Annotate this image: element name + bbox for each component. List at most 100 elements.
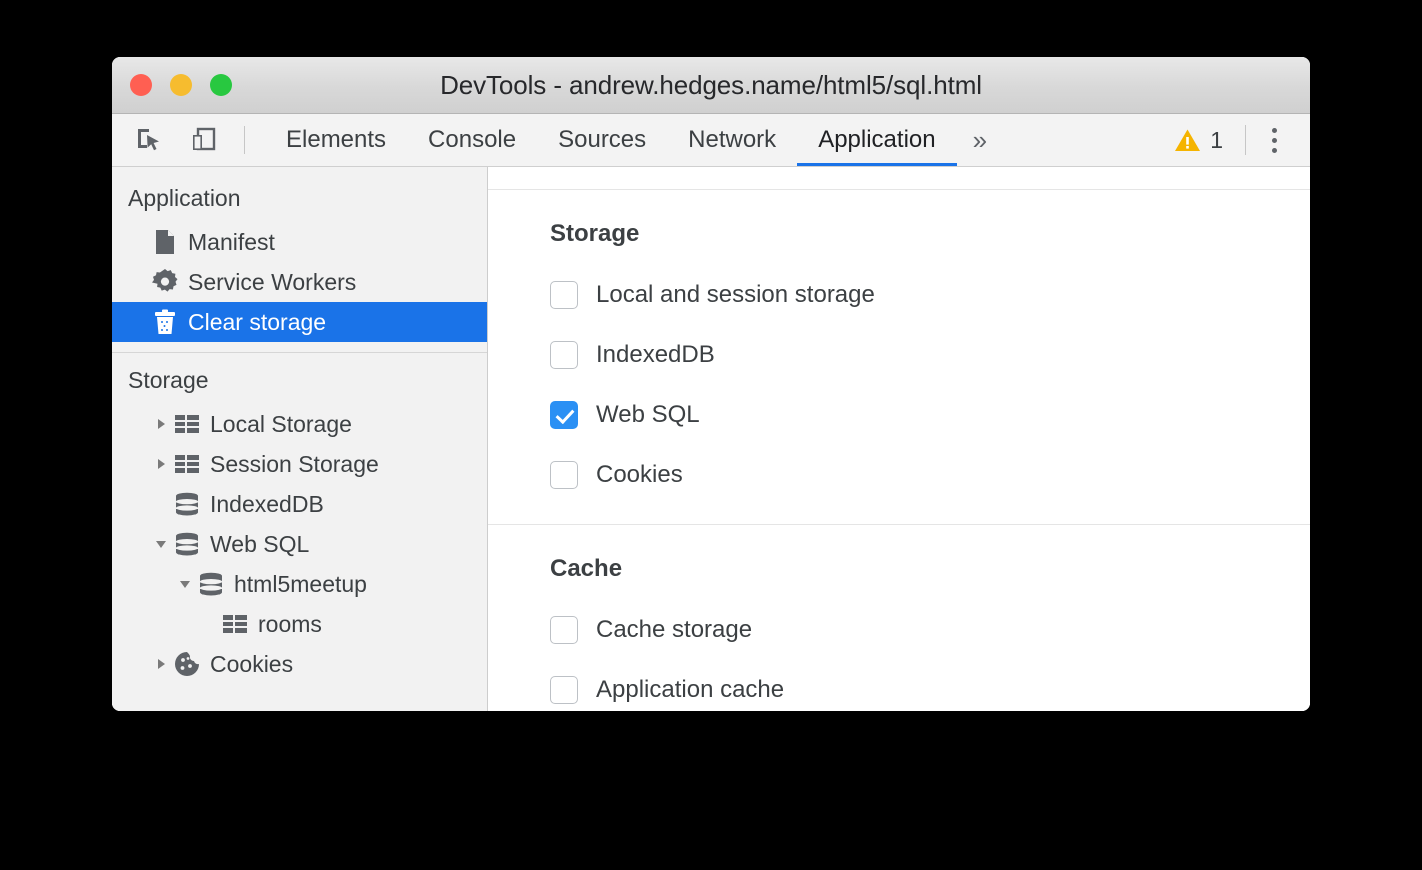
checkbox-local-and-session-storage[interactable] xyxy=(550,281,578,309)
more-tabs-button[interactable]: » xyxy=(957,114,1003,166)
devtools-body: Application Manifest xyxy=(112,167,1310,711)
document-icon xyxy=(150,229,180,255)
checkbox-cookies[interactable] xyxy=(550,461,578,489)
panel-tabs: Elements Console Sources Network Applica… xyxy=(265,114,1003,166)
sidebar-item-cookies[interactable]: Cookies xyxy=(112,644,487,684)
application-sidebar: Application Manifest xyxy=(112,167,488,711)
checkbox-indexeddb[interactable] xyxy=(550,341,578,369)
sidebar-item-rooms-label: rooms xyxy=(258,611,322,638)
tab-sources-label: Sources xyxy=(558,126,646,154)
cookie-icon xyxy=(172,651,202,677)
sidebar-item-clear-storage-label: Clear storage xyxy=(188,309,326,336)
tab-console[interactable]: Console xyxy=(407,114,537,166)
toolbar-right-group: 1 xyxy=(1162,114,1310,166)
chevron-down-icon[interactable] xyxy=(150,537,172,551)
tab-application-label: Application xyxy=(818,126,935,154)
kebab-menu-icon[interactable] xyxy=(1256,122,1292,158)
tab-network-label: Network xyxy=(688,126,776,154)
kebab-dot xyxy=(1272,148,1277,153)
inspect-element-button[interactable] xyxy=(128,119,170,161)
devtools-window: DevTools - andrew.hedges.name/html5/sql.… xyxy=(112,57,1310,711)
panel-toolbar xyxy=(488,167,1310,190)
toolbar-right-divider xyxy=(1245,125,1246,155)
chevron-down-icon[interactable] xyxy=(174,577,196,591)
chevron-right-icon[interactable] xyxy=(150,457,172,471)
sidebar-item-local-storage[interactable]: Local Storage xyxy=(112,404,487,444)
sidebar-item-manifest-label: Manifest xyxy=(188,229,275,256)
toolbar-divider xyxy=(244,126,245,154)
sidebar-item-session-storage[interactable]: Session Storage xyxy=(112,444,487,484)
checkbox-local-and-session-storage-label: Local and session storage xyxy=(596,281,875,309)
device-toolbar-button[interactable] xyxy=(182,119,224,161)
window-titlebar: DevTools - andrew.hedges.name/html5/sql.… xyxy=(112,57,1310,114)
checkbox-row-cookies[interactable]: Cookies xyxy=(550,452,1310,498)
device-toolbar-icon xyxy=(189,126,217,154)
maximize-window-button[interactable] xyxy=(210,74,232,96)
toolbar-left-group xyxy=(112,114,253,166)
screen-background: DevTools - andrew.hedges.name/html5/sql.… xyxy=(0,0,1422,870)
checkbox-web-sql-label: Web SQL xyxy=(596,401,700,429)
database-icon xyxy=(196,572,226,596)
window-title: DevTools - andrew.hedges.name/html5/sql.… xyxy=(112,70,1310,101)
table-icon xyxy=(172,413,202,435)
sidebar-group-storage-title: Storage xyxy=(112,359,487,404)
kebab-dot xyxy=(1272,138,1277,143)
trash-icon xyxy=(150,309,180,335)
sidebar-item-session-storage-label: Session Storage xyxy=(210,451,379,478)
sidebar-item-web-sql[interactable]: Web SQL xyxy=(112,524,487,564)
minimize-window-button[interactable] xyxy=(170,74,192,96)
tab-console-label: Console xyxy=(428,126,516,154)
clear-storage-panel: Storage Local and session storage Indexe… xyxy=(488,167,1310,711)
chevron-right-icon[interactable] xyxy=(150,417,172,431)
sidebar-item-html5meetup[interactable]: html5meetup xyxy=(112,564,487,604)
sidebar-divider xyxy=(112,352,487,353)
chevron-double-right-icon: » xyxy=(973,125,987,156)
tab-elements[interactable]: Elements xyxy=(265,114,407,166)
checkbox-indexeddb-label: IndexedDB xyxy=(596,341,715,369)
database-icon xyxy=(172,532,202,556)
sidebar-group-application-title: Application xyxy=(112,177,487,222)
sidebar-item-manifest[interactable]: Manifest xyxy=(112,222,487,262)
checkbox-row-local-and-session-storage[interactable]: Local and session storage xyxy=(550,272,1310,318)
warning-indicator[interactable]: 1 xyxy=(1162,127,1235,154)
sidebar-item-indexeddb-label: IndexedDB xyxy=(210,491,324,518)
sidebar-item-local-storage-label: Local Storage xyxy=(210,411,352,438)
tab-application[interactable]: Application xyxy=(797,114,956,166)
checkbox-row-cache-storage[interactable]: Cache storage xyxy=(550,607,1310,653)
table-icon xyxy=(172,453,202,475)
checkbox-row-indexeddb[interactable]: IndexedDB xyxy=(550,332,1310,378)
checkbox-row-web-sql[interactable]: Web SQL xyxy=(550,392,1310,438)
sidebar-item-cookies-label: Cookies xyxy=(210,651,293,678)
checkbox-cookies-label: Cookies xyxy=(596,461,683,489)
tab-network[interactable]: Network xyxy=(667,114,797,166)
checkbox-web-sql[interactable] xyxy=(550,401,578,429)
warning-triangle-icon xyxy=(1174,128,1201,153)
database-icon xyxy=(172,492,202,516)
sidebar-item-indexeddb[interactable]: IndexedDB xyxy=(112,484,487,524)
sidebar-item-service-workers-label: Service Workers xyxy=(188,269,356,296)
gear-icon xyxy=(150,269,180,295)
close-window-button[interactable] xyxy=(130,74,152,96)
sidebar-item-web-sql-label: Web SQL xyxy=(210,531,309,558)
chevron-right-icon[interactable] xyxy=(150,657,172,671)
sidebar-item-html5meetup-label: html5meetup xyxy=(234,571,367,598)
sidebar-item-service-workers[interactable]: Service Workers xyxy=(112,262,487,302)
tab-sources[interactable]: Sources xyxy=(537,114,667,166)
checkbox-application-cache[interactable] xyxy=(550,676,578,704)
kebab-dot xyxy=(1272,128,1277,133)
checkbox-cache-storage-label: Cache storage xyxy=(596,616,752,644)
cache-section-title: Cache xyxy=(550,555,1310,583)
storage-section: Storage Local and session storage Indexe… xyxy=(488,190,1310,524)
checkbox-cache-storage[interactable] xyxy=(550,616,578,644)
table-icon xyxy=(220,613,250,635)
storage-section-title: Storage xyxy=(550,220,1310,248)
sidebar-item-clear-storage[interactable]: Clear storage xyxy=(112,302,487,342)
warning-count: 1 xyxy=(1210,127,1223,154)
checkbox-row-application-cache[interactable]: Application cache xyxy=(550,667,1310,711)
traffic-light-group xyxy=(130,74,232,96)
devtools-toolbar: Elements Console Sources Network Applica… xyxy=(112,114,1310,167)
cache-section: Cache Cache storage Application cache xyxy=(488,524,1310,711)
tab-elements-label: Elements xyxy=(286,126,386,154)
sidebar-item-rooms[interactable]: rooms xyxy=(112,604,487,644)
inspect-element-icon xyxy=(135,126,163,154)
